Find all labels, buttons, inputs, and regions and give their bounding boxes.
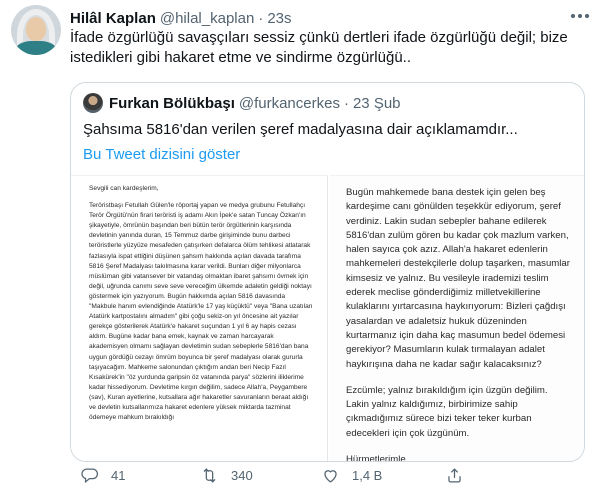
quoted-time[interactable]: 23 Şub [353, 95, 401, 112]
letter-image-left[interactable]: Sevgili can kardeşlerim, Teröristbaşı Fe… [71, 175, 328, 461]
quoted-text: Şahsıma 5816'dan verilen şeref madalyası… [83, 121, 518, 138]
letter-right-paragraph: Bugün mahkemede bana destek için gelen b… [346, 187, 570, 370]
reply-icon [81, 468, 98, 483]
letter-left-paragraph: Sevgili can kardeşlerim, [89, 185, 159, 192]
letter-right-paragraph: Ezcümle; yalnız bırakıldığım için üzgün … [346, 384, 548, 439]
share-icon [448, 467, 461, 482]
like-count: 1,4 B [352, 467, 383, 483]
letter-right-paragraph: Hürmetlerimle, [346, 454, 409, 462]
tweet-time[interactable]: 23s [267, 10, 291, 27]
quoted-header: Furkan Bölükbaşı @furkancerkes · 23 Şub [109, 93, 401, 113]
quoted-images: Sevgili can kardeşlerim, Teröristbaşı Fe… [71, 175, 584, 462]
retweet-count: 340 [231, 467, 253, 483]
like-button[interactable]: 1,4 B [321, 466, 382, 485]
quoted-author-handle[interactable]: @furkancerkes [239, 95, 340, 112]
letter-left-text: Sevgili can kardeşlerim, Teröristbaşı Fe… [89, 184, 314, 430]
retweet-button[interactable]: 340 [200, 466, 253, 485]
author-handle[interactable]: @hilal_kaplan [160, 10, 254, 27]
quoted-author-name[interactable]: Furkan Bölükbaşı [109, 95, 235, 112]
more-dots-icon[interactable] [571, 14, 589, 20]
letter-left-paragraph: Teröristbaşı Fetullah Gülen'le röportaj … [89, 202, 313, 422]
tweet-text: İfade özgürlüğü savaşçıları sessiz çünkü… [70, 29, 568, 66]
tweet-actions: 41 340 1,4 B [70, 465, 550, 485]
separator-dot: · [258, 9, 264, 27]
avatar[interactable] [11, 5, 61, 55]
like-icon [324, 469, 337, 483]
retweet-icon [203, 467, 216, 483]
letter-right-text: Bugün mahkemede bana destek için gelen b… [346, 186, 572, 462]
share-button[interactable] [445, 466, 464, 485]
tweet-header: Hilâl Kaplan @hilal_kaplan · 23s [70, 8, 292, 28]
reply-count: 41 [111, 467, 126, 483]
quoted-avatar[interactable] [83, 93, 103, 113]
show-thread-link[interactable]: Bu Tweet dizisini göster [83, 146, 240, 163]
author-name[interactable]: Hilâl Kaplan [70, 10, 156, 27]
letter-image-right[interactable]: Bugün mahkemede bana destek için gelen b… [330, 175, 584, 462]
reply-button[interactable]: 41 [80, 466, 125, 485]
quoted-tweet[interactable]: Furkan Bölükbaşı @furkancerkes · 23 Şub … [70, 82, 585, 462]
quoted-separator-dot: · [343, 94, 349, 112]
tweet[interactable]: Hilâl Kaplan @hilal_kaplan · 23s İfade ö… [0, 0, 600, 489]
